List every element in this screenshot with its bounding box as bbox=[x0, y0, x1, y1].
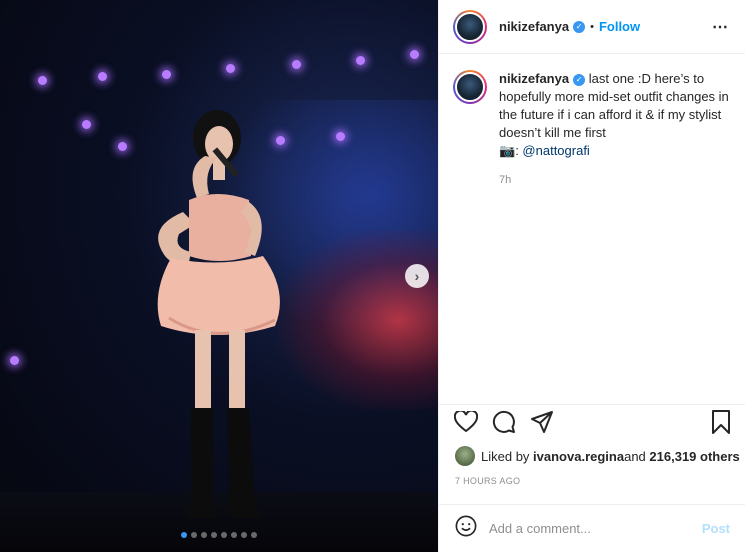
carousel-dot bbox=[201, 532, 207, 538]
post-comment-button[interactable]: Post bbox=[702, 521, 730, 536]
stage-light bbox=[10, 356, 19, 365]
smiley-icon[interactable] bbox=[455, 515, 477, 542]
liked-by-middle: and bbox=[624, 448, 646, 464]
carousel-dot bbox=[221, 532, 227, 538]
carousel-dot bbox=[251, 532, 257, 538]
profile-avatar-icon[interactable] bbox=[453, 9, 487, 44]
post-header: nikizefanya ✓ • Follow ⋯ bbox=[439, 0, 745, 54]
stage-light bbox=[356, 56, 365, 65]
carousel-dot bbox=[191, 532, 197, 538]
follow-button[interactable]: Follow bbox=[599, 19, 640, 34]
carousel-next-button[interactable]: › bbox=[405, 264, 429, 288]
stage-light bbox=[98, 72, 107, 81]
comment-icon[interactable] bbox=[491, 409, 517, 435]
caption-text-block: nikizefanya ✓ last one :D here’s to hopef… bbox=[499, 70, 729, 160]
stage-light bbox=[292, 60, 301, 69]
share-icon[interactable] bbox=[529, 409, 555, 435]
performer-figure bbox=[157, 110, 280, 518]
stage-light bbox=[336, 132, 345, 141]
liked-by-user-link[interactable]: ivanova.regina bbox=[533, 449, 624, 464]
carousel-dot bbox=[231, 532, 237, 538]
more-options-icon[interactable]: ⋯ bbox=[712, 17, 729, 37]
liked-by-prefix: Liked by bbox=[481, 448, 530, 464]
caption-avatar-icon[interactable] bbox=[453, 70, 487, 104]
verified-badge-icon: ✓ bbox=[573, 20, 586, 33]
likes-count-link[interactable]: 216,319 others bbox=[649, 449, 739, 464]
chevron-right-icon: › bbox=[414, 268, 420, 284]
stage-light bbox=[162, 70, 171, 79]
stage-light bbox=[38, 76, 47, 85]
credit-mention-link[interactable]: @nattografi bbox=[522, 143, 589, 158]
caption-age[interactable]: 7h bbox=[499, 174, 745, 186]
post-side-panel: nikizefanya ✓ • Follow ⋯ nikizefanya ✓ la… bbox=[438, 0, 745, 552]
liker-avatar-icon[interactable] bbox=[455, 446, 475, 466]
header-username[interactable]: nikizefanya bbox=[499, 19, 569, 34]
stage-light bbox=[226, 64, 235, 73]
header-separator: • bbox=[590, 20, 594, 33]
carousel-dot bbox=[211, 532, 217, 538]
post-actions-bar bbox=[439, 404, 745, 438]
verified-badge-icon: ✓ bbox=[573, 73, 586, 86]
carousel-dot bbox=[241, 532, 247, 538]
posted-time[interactable]: 7 HOURS AGO bbox=[455, 476, 520, 486]
post-photo[interactable]: › bbox=[0, 0, 438, 552]
stage-light bbox=[410, 50, 419, 59]
comment-input[interactable] bbox=[489, 521, 702, 536]
heart-icon[interactable] bbox=[453, 409, 479, 435]
caption-username[interactable]: nikizefanya bbox=[499, 71, 569, 86]
caption-comment: nikizefanya ✓ last one :D here’s to hopef… bbox=[439, 54, 745, 160]
bookmark-icon[interactable] bbox=[708, 409, 734, 435]
carousel-dot bbox=[181, 532, 187, 538]
add-comment-bar: Post bbox=[439, 504, 745, 552]
stage-light bbox=[82, 120, 91, 129]
carousel-indicator bbox=[0, 532, 438, 538]
likes-summary: Liked by ivanova.regina and 216,319 othe… bbox=[455, 446, 740, 466]
camera-icon: 📷 bbox=[499, 143, 516, 158]
